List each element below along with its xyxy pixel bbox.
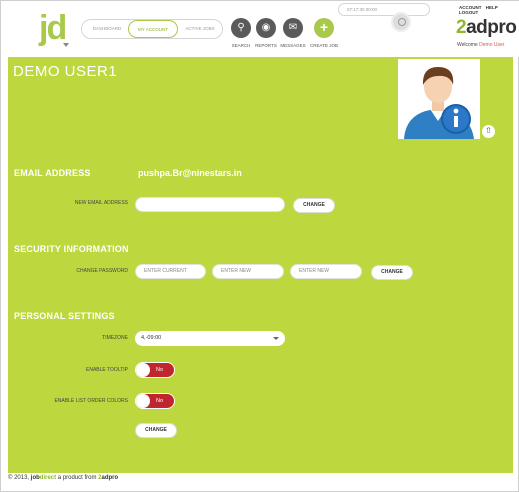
welcome-text: Welcome Demo User — [457, 42, 505, 48]
tab-active-jobs[interactable]: ACTIVE JOBS — [178, 20, 222, 38]
search-icon[interactable]: ⚲ — [231, 18, 251, 38]
current-password-field[interactable]: ENTER CURRENT — [135, 264, 206, 279]
email-section-title: EMAIL ADDRESS — [14, 168, 91, 178]
account-panel: DEMO USER1 ⇧ EMAIL ADDRESS pushpa.Br@nin… — [8, 57, 513, 473]
reports-icon[interactable]: ◉ — [256, 18, 276, 38]
upload-icon[interactable]: ⇧ — [482, 125, 495, 138]
create-job-label: CREATE JOB — [310, 43, 338, 48]
tooltip-toggle-state: No — [156, 367, 164, 373]
password-change-button[interactable]: CHANGE — [371, 265, 413, 280]
list-colors-toggle-state: No — [156, 398, 164, 404]
jd-logo[interactable]: jd — [39, 9, 71, 47]
copyright: © 2013, — [8, 475, 30, 481]
current-email: pushpa.Br@ninestars.in — [138, 168, 242, 178]
logo-text: jd — [39, 9, 67, 47]
tab-dashboard[interactable]: DASHBOARD — [86, 20, 128, 38]
toggle-knob — [136, 394, 150, 408]
timezone-select[interactable]: 4,-09:00 — [135, 331, 285, 346]
tooltip-label: ENABLE TOOLTIP — [86, 367, 128, 373]
plus-icon[interactable]: + — [314, 18, 334, 38]
logout-link[interactable]: LOGOUT — [459, 10, 478, 15]
timezone-value: 4,-09:00 — [141, 335, 162, 341]
tooltip-toggle[interactable]: No — [135, 362, 175, 378]
new-email-field[interactable] — [135, 197, 285, 212]
toggle-knob — [136, 363, 150, 377]
jobdirect-brand: jobdirect — [30, 475, 57, 481]
avatar — [398, 59, 480, 139]
welcome-user[interactable]: Demo User — [479, 42, 504, 48]
tab-my-account[interactable]: MY ACCOUNT — [128, 20, 178, 38]
timezone-label: TIMEZONE — [102, 335, 128, 341]
messages-icon[interactable]: ✉ — [283, 18, 303, 38]
list-colors-toggle[interactable]: No — [135, 393, 175, 409]
confirm-password-field[interactable]: ENTER NEW — [290, 264, 362, 279]
new-email-label: NEW EMAIL ADDRESS — [74, 200, 128, 206]
reports-label: REPORTS — [255, 43, 277, 48]
new-password-field[interactable]: ENTER NEW — [212, 264, 284, 279]
2adpro-logo: 2adpro — [456, 17, 517, 38]
change-password-label: CHANGE PASSWORD — [76, 268, 128, 274]
personal-section-title: PERSONAL SETTINGS — [14, 311, 115, 321]
chevron-down-icon[interactable] — [63, 43, 69, 47]
clock-icon[interactable] — [391, 12, 411, 32]
nav-tabs: DASHBOARD MY ACCOUNT ACTIVE JOBS — [81, 19, 223, 39]
chevron-down-icon — [273, 337, 279, 340]
avatar-image — [398, 59, 480, 139]
footer-2adpro: 2adpro — [98, 475, 119, 481]
footer: © 2013, jobdirect a product from 2adpro — [8, 475, 118, 481]
header: jd DASHBOARD MY ACCOUNT ACTIVE JOBS ⚲ SE… — [1, 1, 519, 57]
email-change-button[interactable]: CHANGE — [293, 198, 335, 213]
time-display: 07:17:30 00:00 — [338, 3, 430, 16]
page-title: DEMO USER1 — [13, 63, 118, 80]
app-frame: jd DASHBOARD MY ACCOUNT ACTIVE JOBS ⚲ SE… — [0, 0, 519, 492]
list-colors-label: ENABLE LIST ORDER COLORS — [54, 398, 128, 404]
help-link[interactable]: HELP — [486, 5, 498, 10]
personal-change-button[interactable]: CHANGE — [135, 423, 177, 438]
footer-middle: a product from — [57, 475, 97, 481]
security-section-title: SECURITY INFORMATION — [14, 244, 129, 254]
messages-label: MESSAGES — [280, 43, 306, 48]
top-links: ACCOUNT HELP LOGOUT — [459, 5, 519, 15]
